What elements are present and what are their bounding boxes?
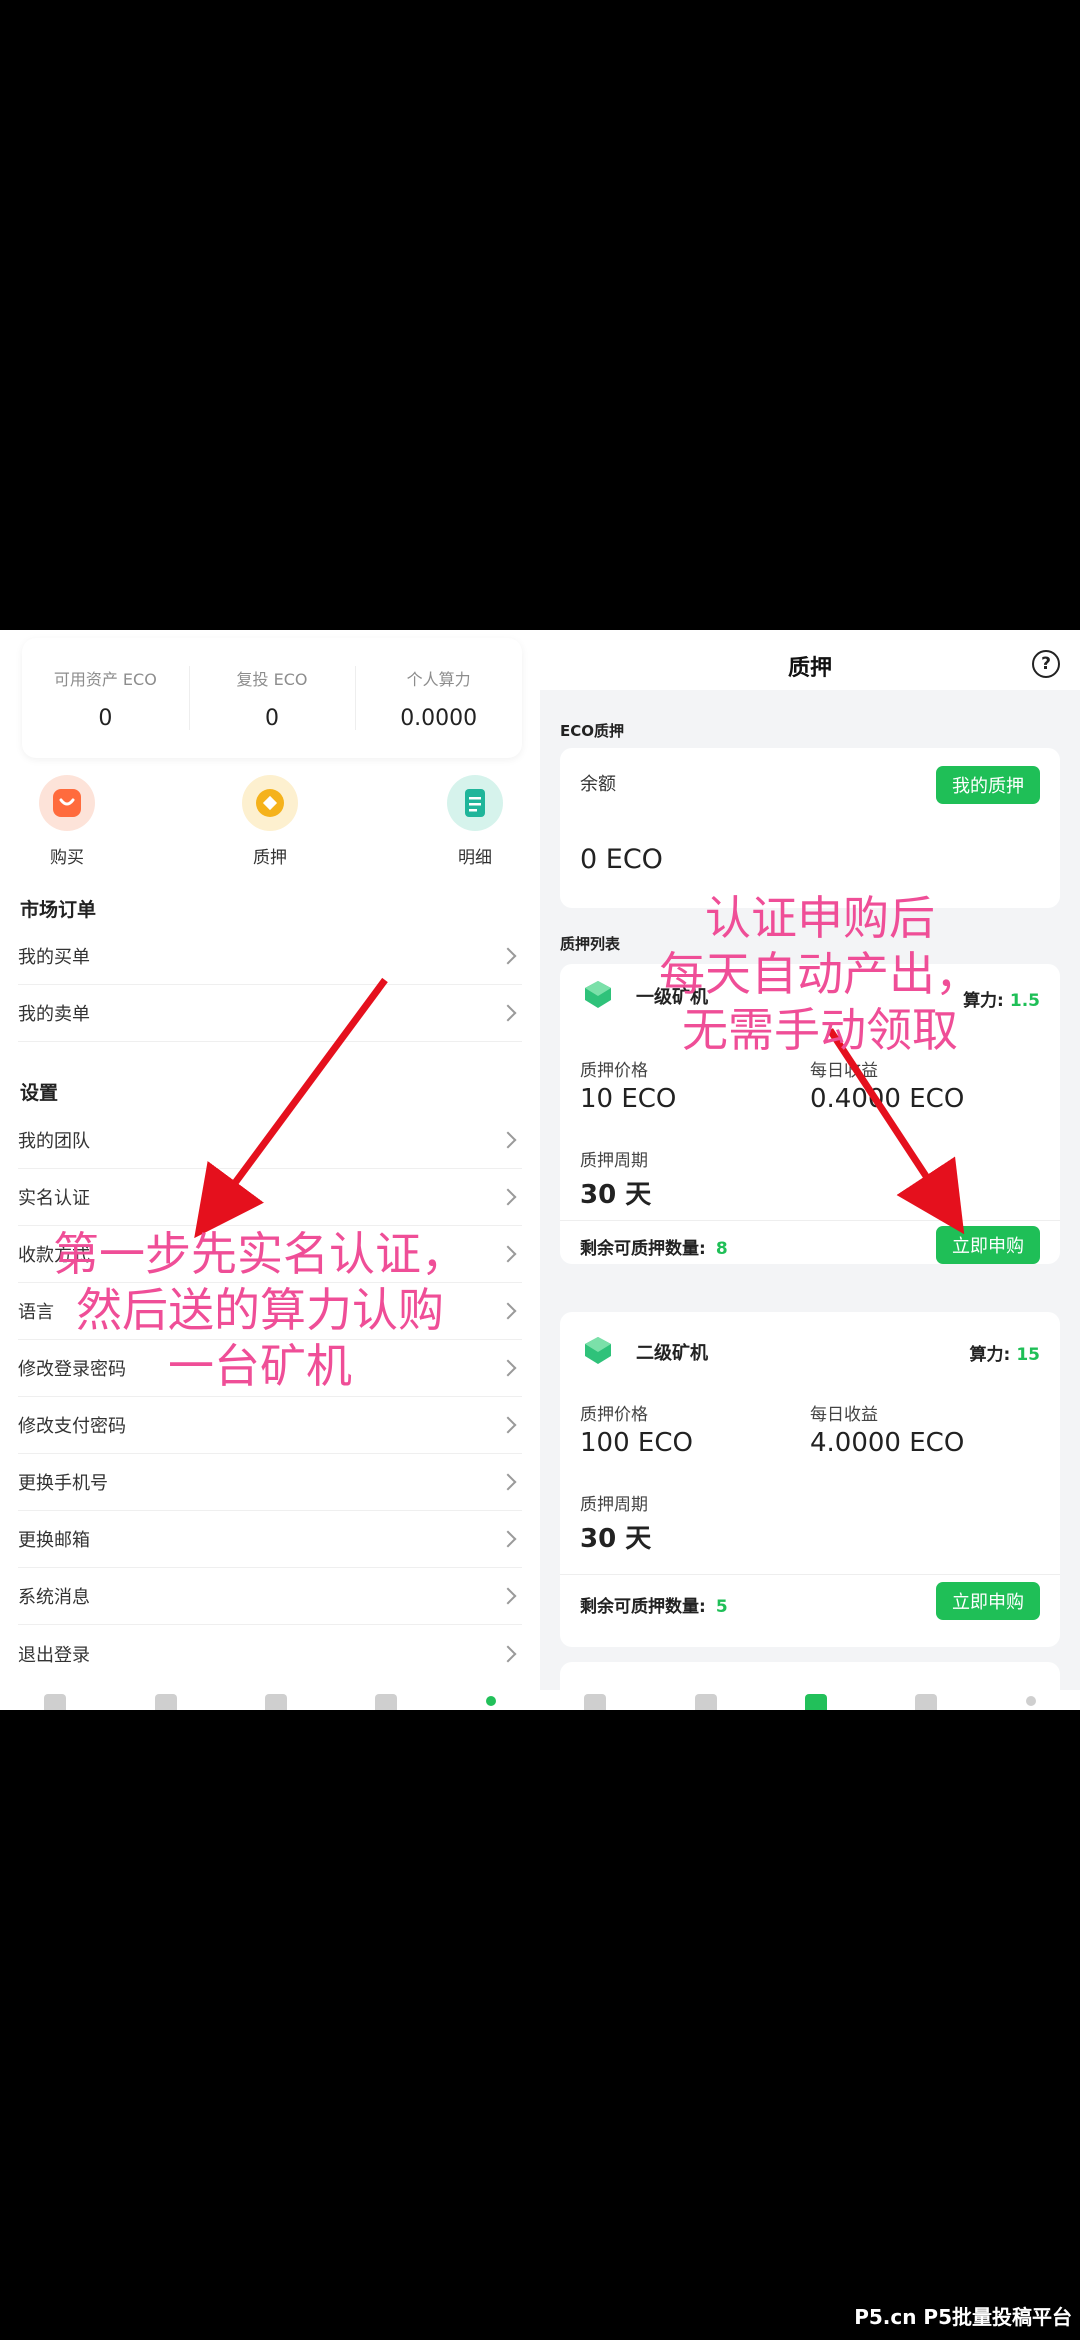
annotation-line: 然后送的算力认购 — [76, 1283, 444, 1337]
annotation-line: 无需手动领取 — [682, 1003, 958, 1057]
annotation-line: 一台矿机 — [168, 1339, 352, 1393]
watermark: P5.cn P5批量投稿平台 — [854, 2305, 1072, 2329]
annotation-line: 每天自动产出， — [659, 947, 981, 1001]
annotation-arrows — [194, 977, 965, 1239]
arrow-to-real-name-auth — [194, 977, 388, 1239]
screenshot-canvas: 可用资产 ECO 0 复投 ECO 0 个人算力 0.0000 购买 质押 明细… — [0, 630, 1080, 1710]
left-annotation: 第一步先实名认证， 然后送的算力认购 一台矿机 — [0, 1226, 520, 1394]
annotation-line: 第一步先实名认证， — [53, 1227, 467, 1281]
right-annotation: 认证申购后 每天自动产出， 无需手动领取 — [560, 890, 1080, 1058]
annotation-line: 认证申购后 — [705, 891, 935, 945]
